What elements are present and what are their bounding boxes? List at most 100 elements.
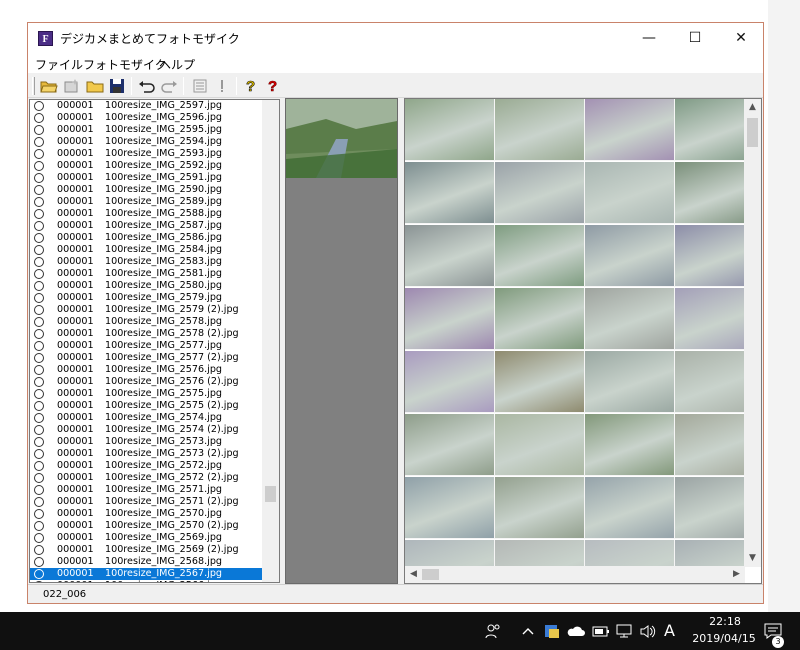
radio-button[interactable]: [34, 353, 44, 363]
volume-icon[interactable]: [638, 622, 658, 645]
radio-button[interactable]: [34, 125, 44, 135]
file-list-item[interactable]: 000001 100resize_IMG_2571 (2).jpg: [30, 496, 263, 508]
open-folder-icon[interactable]: [39, 76, 59, 96]
file-list-item[interactable]: 000001 100resize_IMG_2571.jpg: [30, 484, 263, 496]
file-list-item[interactable]: 000001 100resize_IMG_2597.jpg: [30, 100, 263, 112]
file-list-item[interactable]: 000001 100resize_IMG_2570.jpg: [30, 508, 263, 520]
battery-icon[interactable]: [591, 622, 611, 645]
undo-icon[interactable]: [137, 76, 157, 96]
mosaic-view[interactable]: ▲ ▼ ◀ ▶: [404, 98, 762, 584]
radio-button[interactable]: [34, 377, 44, 387]
radio-button[interactable]: [34, 581, 44, 582]
help-icon[interactable]: ?: [241, 76, 261, 96]
radio-button[interactable]: [34, 317, 44, 327]
radio-button[interactable]: [34, 557, 44, 567]
scroll-up-icon[interactable]: ▲: [744, 99, 761, 116]
file-list-item[interactable]: 000001 100resize_IMG_2572.jpg: [30, 460, 263, 472]
file-list-item[interactable]: 000001 100resize_IMG_2574.jpg: [30, 412, 263, 424]
file-list-item[interactable]: 000001 100resize_IMG_2587.jpg: [30, 220, 263, 232]
app-icon[interactable]: F: [38, 31, 53, 46]
file-list-item[interactable]: 000001 100resize_IMG_2592.jpg: [30, 160, 263, 172]
radio-button[interactable]: [34, 461, 44, 471]
file-list-item[interactable]: 000001 100resize_IMG_2581.jpg: [30, 268, 263, 280]
radio-button[interactable]: [34, 149, 44, 159]
people-icon[interactable]: [484, 622, 502, 645]
radio-button[interactable]: [34, 257, 44, 267]
radio-button[interactable]: [34, 185, 44, 195]
radio-button[interactable]: [34, 449, 44, 459]
exclamation-icon[interactable]: [212, 76, 232, 96]
radio-button[interactable]: [34, 569, 44, 579]
file-list-item[interactable]: 000001 100resize_IMG_2569 (2).jpg: [30, 544, 263, 556]
context-help-icon[interactable]: ?: [263, 76, 283, 96]
radio-button[interactable]: [34, 365, 44, 375]
toolbar-grip[interactable]: [32, 77, 35, 95]
file-list-item[interactable]: 000001 100resize_IMG_2596.jpg: [30, 112, 263, 124]
close-button[interactable]: ✕: [718, 23, 763, 53]
file-list-item[interactable]: 000001 100resize_IMG_2593.jpg: [30, 148, 263, 160]
radio-button[interactable]: [34, 221, 44, 231]
radio-button[interactable]: [34, 413, 44, 423]
file-list-item[interactable]: 000001 100resize_IMG_2584.jpg: [30, 244, 263, 256]
network-icon[interactable]: [614, 622, 634, 645]
file-list-item[interactable]: 000001 100resize_IMG_2568.jpg: [30, 556, 263, 568]
clock-time[interactable]: 22:18: [702, 615, 748, 628]
radio-button[interactable]: [34, 269, 44, 279]
folder-icon[interactable]: [85, 76, 105, 96]
file-list-item[interactable]: 000001 100resize_IMG_2583.jpg: [30, 256, 263, 268]
menu-help[interactable]: ヘルプ: [159, 56, 195, 73]
file-list-item[interactable]: 000001 100resize_IMG_2566.jpg: [30, 580, 263, 582]
mosaic-vscroll-thumb[interactable]: [747, 118, 758, 147]
radio-button[interactable]: [34, 329, 44, 339]
file-list-scroll-thumb[interactable]: [265, 486, 276, 502]
file-list-item[interactable]: 000001 100resize_IMG_2567.jpg: [30, 568, 263, 580]
radio-button[interactable]: [34, 161, 44, 171]
radio-button[interactable]: [34, 113, 44, 123]
file-list-item[interactable]: 000001 100resize_IMG_2589.jpg: [30, 196, 263, 208]
radio-button[interactable]: [34, 437, 44, 447]
file-list-item[interactable]: 000001 100resize_IMG_2576.jpg: [30, 364, 263, 376]
chevron-up-icon[interactable]: [521, 622, 535, 645]
radio-button[interactable]: [34, 173, 44, 183]
list-icon[interactable]: [190, 76, 210, 96]
radio-button[interactable]: [34, 341, 44, 351]
radio-button[interactable]: [34, 497, 44, 507]
file-list[interactable]: 000001 100resize_IMG_2597.jpg 000001 100res…: [29, 99, 280, 583]
file-list-item[interactable]: 000001 100resize_IMG_2577 (2).jpg: [30, 352, 263, 364]
app-tray-icon[interactable]: [543, 622, 561, 645]
radio-button[interactable]: [34, 305, 44, 315]
file-list-item[interactable]: 000001 100resize_IMG_2579 (2).jpg: [30, 304, 263, 316]
file-list-item[interactable]: 000001 100resize_IMG_2578 (2).jpg: [30, 328, 263, 340]
maximize-button[interactable]: ☐: [672, 23, 718, 53]
file-list-scrollbar[interactable]: [262, 100, 279, 582]
radio-button[interactable]: [34, 509, 44, 519]
mosaic-horizontal-scrollbar[interactable]: ◀ ▶: [405, 566, 745, 583]
file-list-item[interactable]: 000001 100resize_IMG_2573.jpg: [30, 436, 263, 448]
save-icon[interactable]: [107, 76, 127, 96]
radio-button[interactable]: [34, 233, 44, 243]
file-list-item[interactable]: 000001 100resize_IMG_2572 (2).jpg: [30, 472, 263, 484]
radio-button[interactable]: [34, 281, 44, 291]
mosaic-vertical-scrollbar[interactable]: ▲ ▼: [744, 99, 761, 567]
file-list-item[interactable]: 000001 100resize_IMG_2573 (2).jpg: [30, 448, 263, 460]
radio-button[interactable]: [34, 521, 44, 531]
radio-button[interactable]: [34, 101, 44, 111]
file-list-item[interactable]: 000001 100resize_IMG_2594.jpg: [30, 136, 263, 148]
file-list-item[interactable]: 000001 100resize_IMG_2578.jpg: [30, 316, 263, 328]
radio-button[interactable]: [34, 485, 44, 495]
file-list-item[interactable]: 000001 100resize_IMG_2576 (2).jpg: [30, 376, 263, 388]
redo-icon[interactable]: [159, 76, 179, 96]
title-bar[interactable]: F デジカメまとめてフォトモザイク — ☐ ✕: [28, 23, 763, 53]
scroll-left-icon[interactable]: ◀: [405, 566, 422, 583]
radio-button[interactable]: [34, 473, 44, 483]
file-list-item[interactable]: 000001 100resize_IMG_2569.jpg: [30, 532, 263, 544]
radio-button[interactable]: [34, 389, 44, 399]
radio-button[interactable]: [34, 293, 44, 303]
radio-button[interactable]: [34, 197, 44, 207]
scroll-right-icon[interactable]: ▶: [728, 566, 745, 583]
menu-photomosaic[interactable]: フォトモザイク: [83, 56, 167, 73]
radio-button[interactable]: [34, 545, 44, 555]
new-image-icon[interactable]: [62, 76, 82, 96]
file-list-item[interactable]: 000001 100resize_IMG_2590.jpg: [30, 184, 263, 196]
clock-date[interactable]: 2019/04/15: [688, 632, 760, 645]
